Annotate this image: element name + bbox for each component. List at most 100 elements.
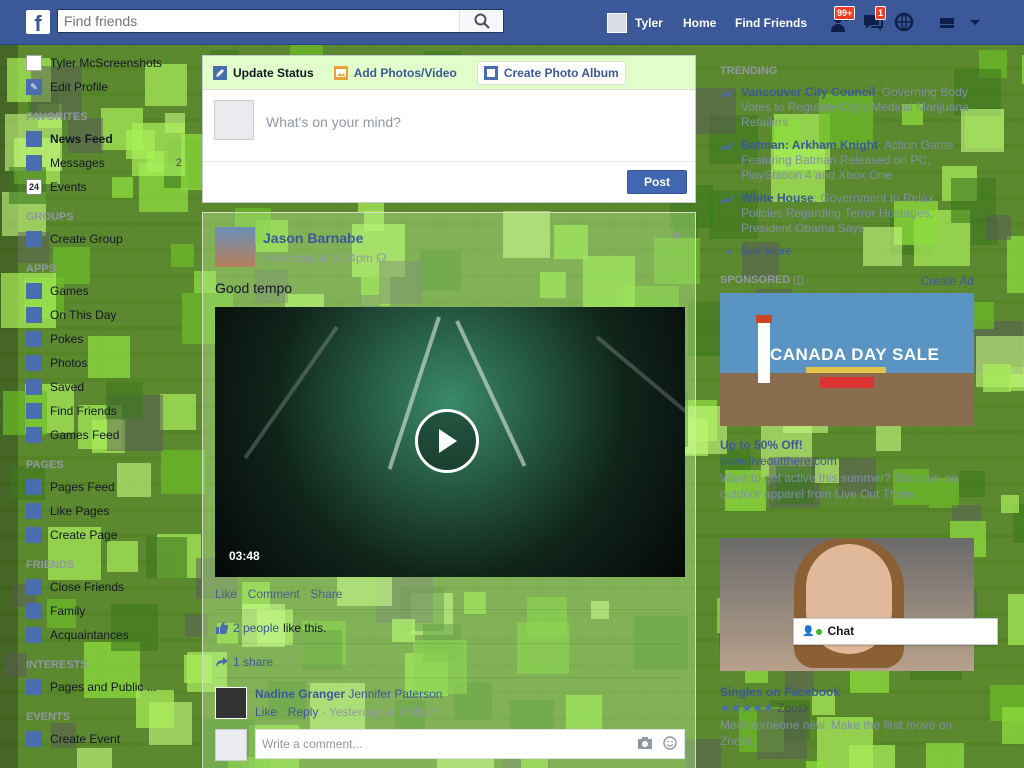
story-options-chevron-icon[interactable]: ▼: [671, 229, 683, 243]
trending-topic[interactable]: White House: [741, 191, 814, 205]
search-icon: [474, 13, 490, 29]
sidebar-item-close-friends[interactable]: Close Friends: [18, 575, 200, 599]
right-sidebar: TRENDING Vancouver City Council: Governi…: [708, 56, 986, 749]
account-menu-button[interactable]: [968, 10, 992, 34]
sidebar-item-photos[interactable]: Photos: [18, 351, 200, 375]
on-this-day-icon: [26, 307, 42, 323]
background-square: [1007, 236, 1024, 293]
sidebar-item-create-page[interactable]: Create Page: [18, 523, 200, 547]
find-friends-link[interactable]: Find Friends: [735, 0, 807, 45]
see-more-link[interactable]: ▼ See More: [708, 241, 986, 261]
trending-topic[interactable]: Vancouver City Council: [741, 85, 875, 99]
composer-body[interactable]: What's on your mind?: [203, 90, 695, 162]
status-composer: Update Status Add Photos/Video Create Ph…: [202, 55, 696, 203]
search-button[interactable]: [459, 10, 503, 32]
background-square: [1008, 594, 1024, 645]
messages-badge: 1: [875, 6, 887, 20]
ad-title[interactable]: Up to 50% Off!: [708, 438, 986, 452]
story-author[interactable]: Jason Barnabe: [263, 230, 363, 246]
sidebar-edit-profile[interactable]: ✎ Edit Profile: [18, 75, 200, 99]
home-link[interactable]: Home: [683, 0, 716, 45]
comment-like-link[interactable]: Like: [255, 705, 277, 719]
interests-icon: [26, 679, 42, 695]
facebook-logo[interactable]: f: [26, 10, 50, 34]
likes-link[interactable]: 2 people: [233, 621, 279, 635]
create-ad-link[interactable]: Create Ad: [921, 269, 974, 293]
tab-create-photo-album[interactable]: Create Photo Album: [476, 60, 626, 85]
sidebar-item-games-feed[interactable]: Games Feed: [18, 423, 200, 447]
sidebar-item-family[interactable]: Family: [18, 599, 200, 623]
sidebar-item-messages[interactable]: Messages 2: [18, 151, 200, 175]
sidebar-section-friends: FRIENDS: [26, 559, 75, 571]
sidebar-item-events[interactable]: 24 Events: [18, 175, 200, 199]
camera-icon[interactable]: [637, 736, 653, 750]
search-input[interactable]: [58, 10, 458, 32]
ad-choices-icon[interactable]: ◫: [793, 274, 803, 286]
saved-icon: [26, 379, 42, 395]
shares-link[interactable]: 1 share: [233, 655, 273, 669]
sidebar-item-pages-and-public[interactable]: Pages and Public ...: [18, 675, 200, 699]
video-player[interactable]: 03:48: [215, 307, 685, 577]
sidebar-item-create-event[interactable]: Create Event: [18, 727, 200, 751]
messages-jewel[interactable]: 1: [861, 6, 887, 34]
trending-arrow-icon: [720, 85, 734, 130]
sidebar-item-saved[interactable]: Saved: [18, 375, 200, 399]
shares-row: 1 share: [215, 655, 277, 669]
sidebar-item-like-pages[interactable]: Like Pages: [18, 499, 200, 523]
sidebar-profile[interactable]: Tyler McScreenshots: [18, 51, 200, 75]
user-profile-link[interactable]: Tyler: [607, 0, 663, 45]
comment-tag[interactable]: Jennifer Paterson: [348, 687, 442, 701]
play-button[interactable]: [415, 409, 479, 473]
ad-image-zoosk[interactable]: [720, 538, 974, 671]
ad-shop-button: [820, 377, 874, 388]
sidebar-item-games[interactable]: Games: [18, 279, 200, 303]
comment-timestamp[interactable]: Yesterday at 9:35pm: [329, 705, 439, 719]
emoji-icon[interactable]: [663, 736, 677, 750]
writer-avatar: [215, 729, 247, 761]
sidebar-item-news-feed[interactable]: News Feed: [18, 127, 200, 151]
tab-update-status[interactable]: Update Status: [213, 65, 314, 80]
comment-avatar[interactable]: [215, 687, 247, 719]
sidebar-item-create-group[interactable]: Create Group: [18, 227, 200, 251]
ad2-title[interactable]: Singles on Facebook: [708, 685, 986, 699]
notifications-jewel[interactable]: [892, 10, 916, 34]
sidebar-item-pokes[interactable]: Pokes: [18, 327, 200, 351]
chat-tab[interactable]: 👤 Chat: [793, 618, 998, 645]
sidebar-item-on-this-day[interactable]: On This Day: [18, 303, 200, 327]
share-link[interactable]: Share: [310, 587, 342, 601]
composer-input[interactable]: What's on your mind?: [266, 114, 401, 130]
background-square: [806, 761, 825, 768]
comment: Nadine Granger Jennifer Paterson Like · …: [215, 685, 685, 725]
story-actions: Like · Comment · Share: [215, 587, 343, 601]
divider: [215, 677, 683, 678]
comment-reply-link[interactable]: Reply: [288, 705, 319, 719]
lighthouse-graphic: [756, 315, 772, 383]
stage-light: [243, 325, 339, 460]
privacy-shortcuts-button[interactable]: [938, 10, 962, 34]
post-button[interactable]: Post: [627, 170, 687, 194]
create-event-icon: [26, 731, 42, 747]
author-avatar[interactable]: [215, 227, 255, 267]
ad-image-canada-day[interactable]: CANADA DAY SALE: [720, 293, 974, 426]
ad-domain[interactable]: www.liveoutthere.com: [708, 454, 986, 468]
lock-icon: [940, 18, 954, 28]
comment-author[interactable]: Nadine Granger: [255, 687, 345, 701]
trending-item[interactable]: Vancouver City Council: Governing Body V…: [708, 82, 986, 135]
trending-item[interactable]: Batman: Arkham Knight: Action Game Featu…: [708, 135, 986, 188]
left-sidebar: Tyler McScreenshots ✎ Edit Profile FAVOR…: [18, 45, 200, 751]
acquaintances-icon: [26, 627, 42, 643]
chevron-down-icon: [970, 20, 980, 25]
rating-stars: ★★★★★: [720, 701, 774, 715]
sidebar-item-find-friends[interactable]: Find Friends: [18, 399, 200, 423]
sidebar-item-acquaintances[interactable]: Acquaintances: [18, 623, 200, 647]
tab-add-photos-video[interactable]: Add Photos/Video: [333, 65, 457, 80]
comment-input[interactable]: Write a comment...: [255, 729, 685, 759]
comment-link[interactable]: Comment: [248, 587, 300, 601]
friend-requests-jewel[interactable]: 99+: [829, 6, 856, 34]
story-timestamp[interactable]: Yesterday at 9:34pm ☊: [263, 251, 387, 265]
trending-item[interactable]: White House: Government to Relax Policie…: [708, 188, 986, 241]
trending-topic[interactable]: Batman: Arkham Knight: [741, 138, 878, 152]
sidebar-item-pages-feed[interactable]: Pages Feed: [18, 475, 200, 499]
background-square: [1001, 495, 1019, 513]
like-link[interactable]: Like: [215, 587, 237, 601]
